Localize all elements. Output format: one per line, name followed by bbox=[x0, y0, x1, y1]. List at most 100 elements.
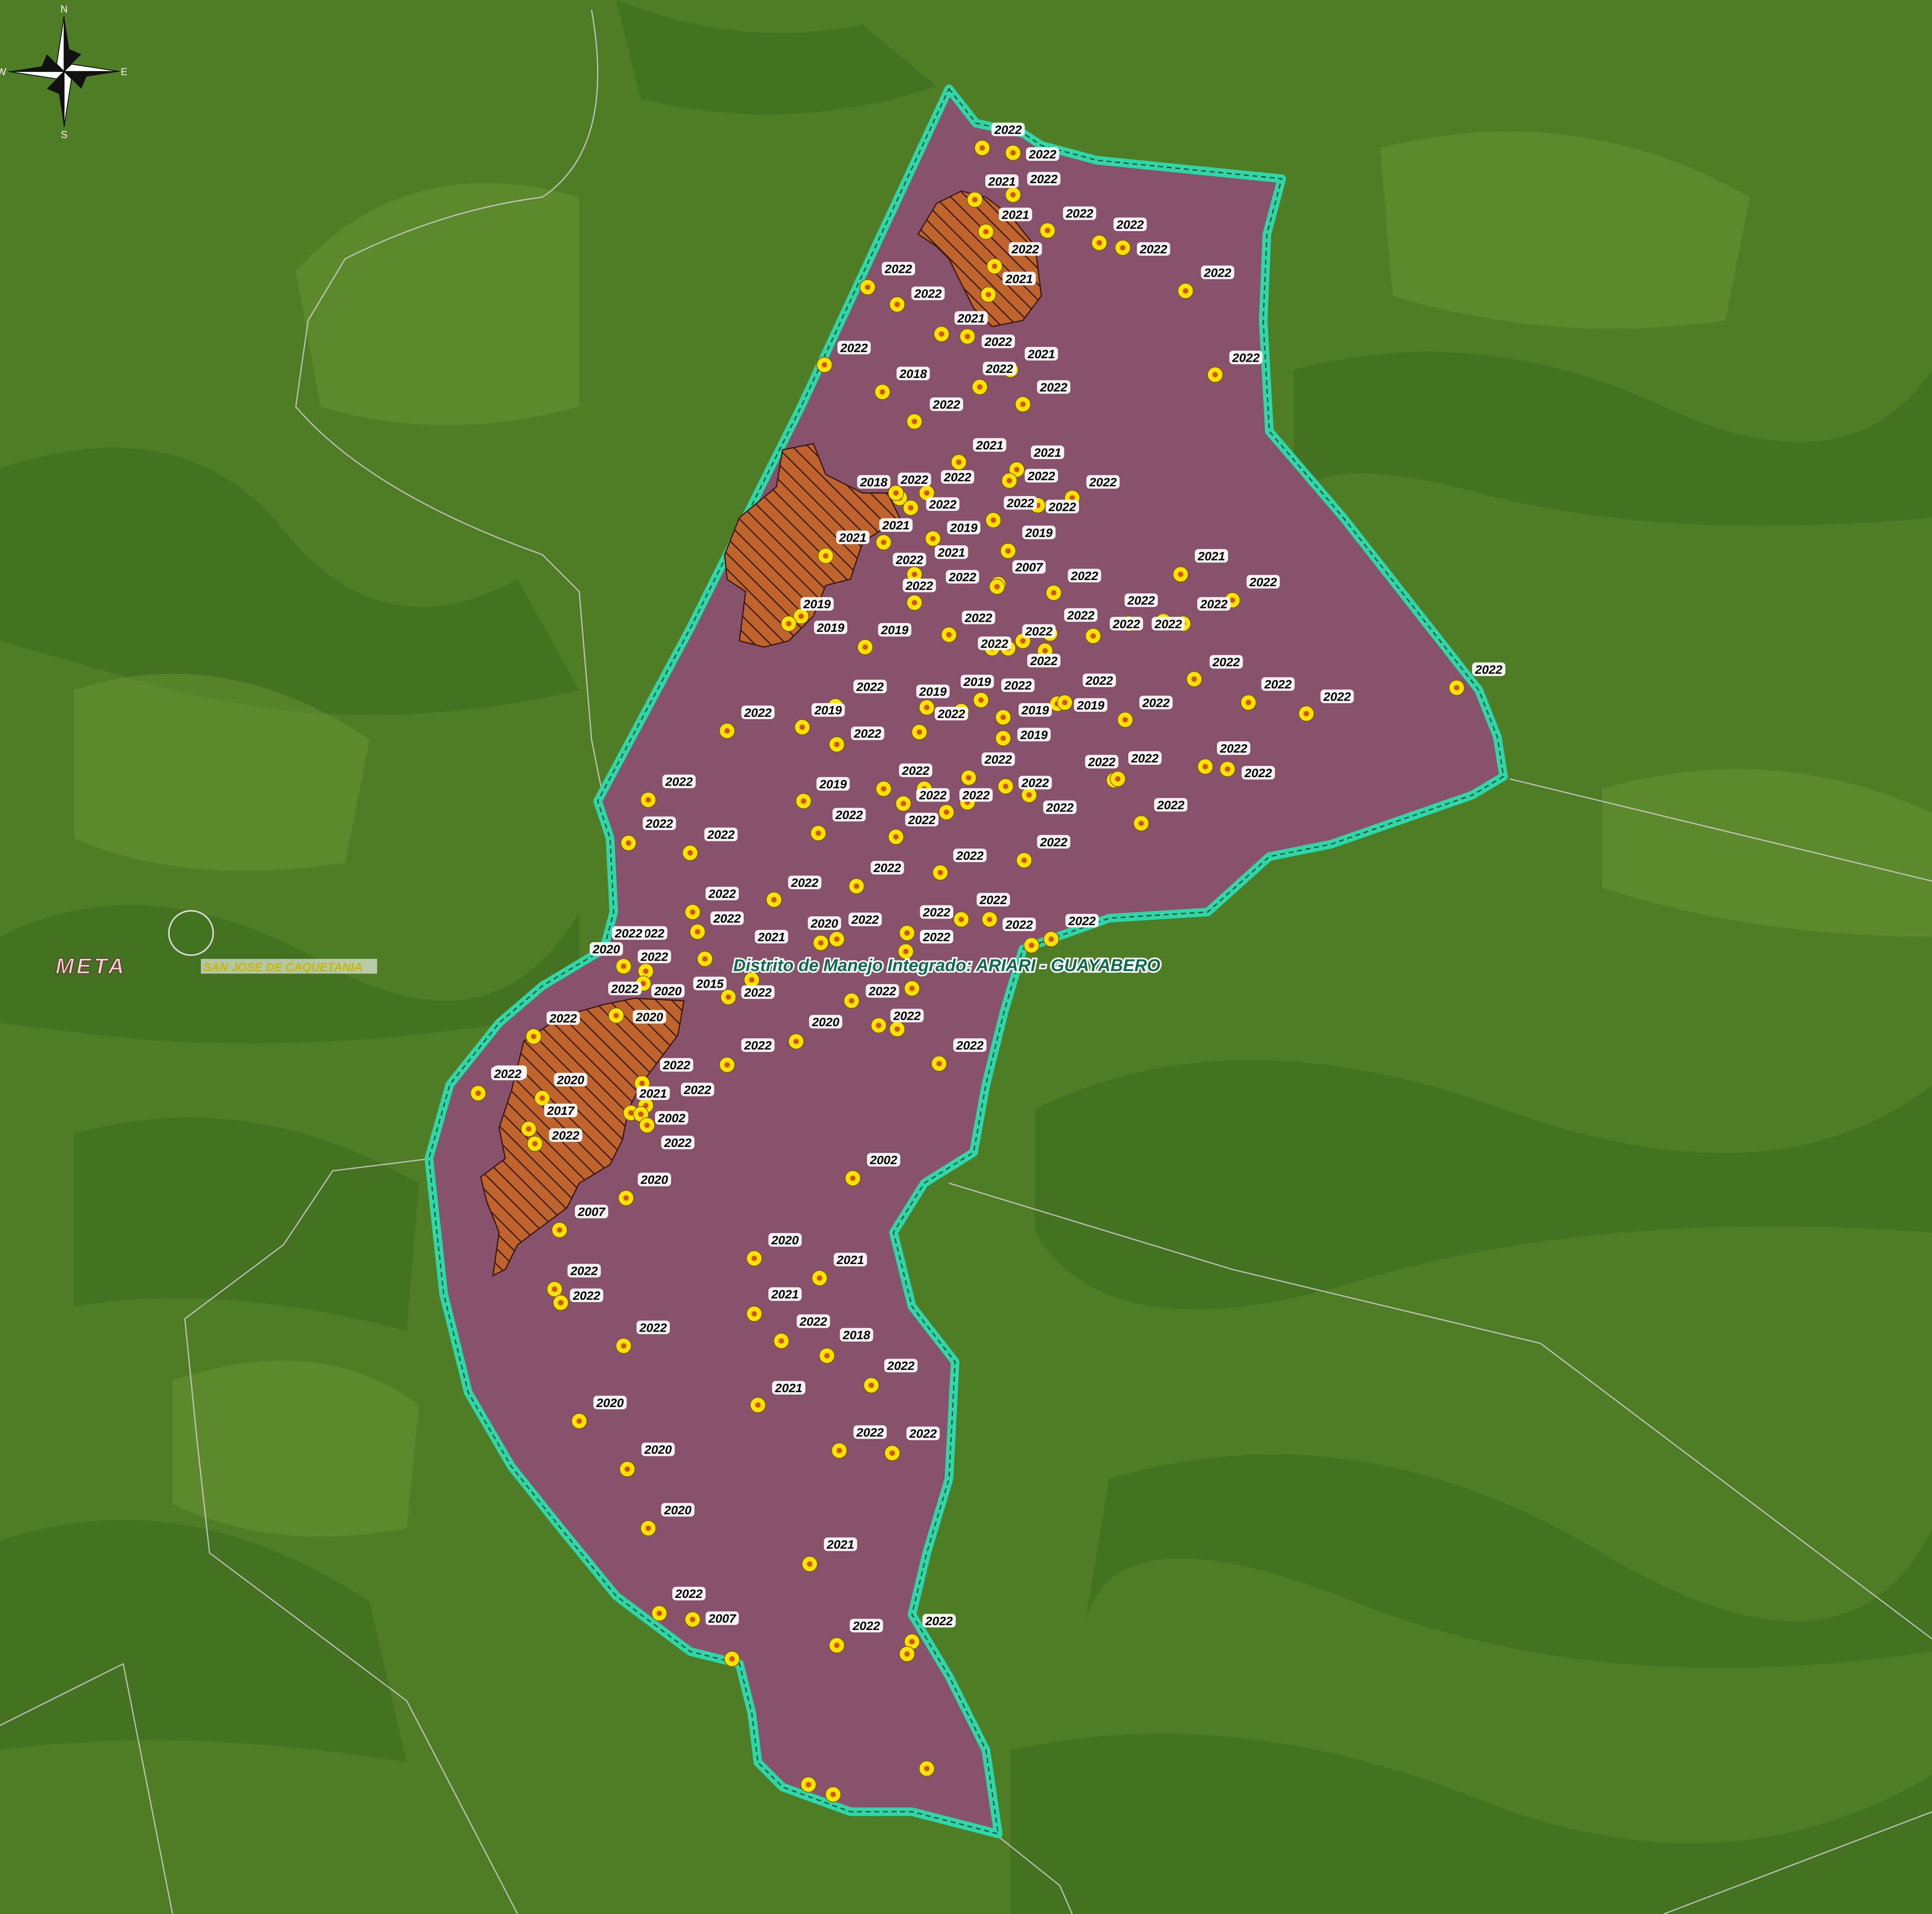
svg-text:2019: 2019 bbox=[819, 777, 847, 791]
svg-text:2021: 2021 bbox=[771, 1287, 799, 1301]
hotspot-year-label: 2022 bbox=[672, 1587, 706, 1601]
hotspot-year-label: 2022 bbox=[549, 1128, 582, 1142]
hotspot-point-icon bbox=[973, 692, 989, 708]
hotspot-point-icon bbox=[781, 616, 797, 632]
hotspot-year-label: 2007 bbox=[705, 1611, 739, 1625]
svg-text:2020: 2020 bbox=[771, 1233, 799, 1247]
svg-text:2020: 2020 bbox=[556, 1073, 584, 1087]
svg-text:2022: 2022 bbox=[922, 930, 950, 944]
hotspot-point-icon bbox=[844, 992, 860, 1009]
hotspot-year-label: 2007 bbox=[1012, 560, 1046, 574]
svg-text:2022: 2022 bbox=[905, 578, 933, 592]
svg-text:2022: 2022 bbox=[893, 1009, 921, 1023]
hotspot-year-label: 2007 bbox=[575, 1205, 608, 1219]
hotspot-year-label: 2022 bbox=[1068, 568, 1101, 583]
map-canvas[interactable]: 2022 2022 2022 2021 2022 2021 2022 2022 2022 2022… bbox=[0, 0, 1932, 1914]
hotspot-point-icon bbox=[895, 795, 912, 812]
svg-text:2018: 2018 bbox=[860, 475, 888, 489]
hotspot-year-label: 2019 bbox=[1019, 703, 1052, 717]
hotspot-point-icon bbox=[1117, 711, 1133, 728]
hotspot-point-icon bbox=[1043, 931, 1060, 947]
hotspot-point-icon bbox=[684, 904, 701, 920]
hotspot-year-label: 2022 bbox=[1064, 608, 1098, 622]
svg-text:2022: 2022 bbox=[1232, 350, 1260, 364]
hotspot-point-icon bbox=[818, 548, 834, 564]
svg-text:2022: 2022 bbox=[964, 611, 992, 624]
hotspot-year-label: 2022 bbox=[1027, 653, 1061, 668]
svg-text:2020: 2020 bbox=[644, 1443, 672, 1456]
hotspot-year-label: 2022 bbox=[1128, 751, 1162, 765]
hotspot-year-label: 2022 bbox=[1209, 655, 1243, 669]
hotspot-year-label: 2020 bbox=[554, 1073, 587, 1087]
svg-text:2022: 2022 bbox=[1065, 206, 1093, 220]
hotspot-point-icon bbox=[788, 1033, 804, 1050]
svg-text:2022: 2022 bbox=[744, 1038, 772, 1052]
svg-text:2021: 2021 bbox=[882, 518, 910, 532]
hotspot-year-label: 2022 bbox=[662, 774, 696, 789]
svg-text:2017: 2017 bbox=[547, 1104, 575, 1118]
hotspot-point-icon bbox=[800, 1776, 816, 1793]
svg-text:2018: 2018 bbox=[842, 1328, 870, 1342]
hotspot-year-label: 2022 bbox=[882, 262, 915, 276]
svg-text:2022: 2022 bbox=[1039, 835, 1067, 849]
hotspot-year-label: 2019 bbox=[811, 703, 845, 717]
svg-text:2022: 2022 bbox=[1204, 265, 1231, 279]
hotspot-year-label: 2018 bbox=[896, 366, 930, 381]
svg-text:2022: 2022 bbox=[868, 984, 896, 998]
hotspot-year-label: 2022 bbox=[991, 122, 1025, 136]
hotspot-year-label: 2022 bbox=[890, 1009, 924, 1023]
hotspot-point-icon bbox=[640, 1520, 656, 1536]
hotspot-point-icon bbox=[906, 594, 923, 611]
hotspot-year-label: 2022 bbox=[941, 470, 975, 484]
hotspot-year-label: 2022 bbox=[741, 705, 775, 720]
hotspot-point-icon bbox=[720, 989, 736, 1005]
hotspot-point-icon bbox=[795, 793, 812, 809]
hotspot-year-label: 2022 bbox=[920, 905, 954, 919]
hotspot-point-icon bbox=[619, 1461, 636, 1477]
svg-text:2022: 2022 bbox=[1011, 242, 1039, 256]
hotspot-point-icon bbox=[848, 878, 865, 894]
hotspot-point-icon bbox=[1133, 815, 1150, 832]
hotspot-year-label: 2022 bbox=[1151, 617, 1185, 631]
svg-text:2022: 2022 bbox=[675, 1587, 702, 1601]
hotspot-year-label: 2022 bbox=[851, 726, 884, 740]
svg-text:2022: 2022 bbox=[1048, 500, 1076, 514]
hotspot-point-icon bbox=[811, 1270, 828, 1286]
hotspot-point-icon bbox=[1172, 566, 1189, 582]
hotspot-point-icon bbox=[899, 1646, 915, 1662]
hotspot-point-icon bbox=[546, 1281, 563, 1297]
hotspot-year-label: 2022 bbox=[837, 340, 871, 355]
hotspot-year-label: 2019 bbox=[1074, 698, 1107, 712]
hotspot-point-icon bbox=[520, 1121, 537, 1137]
svg-text:2022: 2022 bbox=[1025, 624, 1053, 638]
svg-text:2022: 2022 bbox=[1039, 380, 1067, 394]
hotspot-year-label: 2022 bbox=[643, 816, 676, 830]
svg-text:2021: 2021 bbox=[957, 311, 985, 325]
hotspot-point-icon bbox=[918, 1760, 935, 1777]
hotspot-year-label: 2019 bbox=[814, 620, 847, 635]
hotspot-point-icon bbox=[974, 140, 990, 156]
hotspot-year-label: 2022 bbox=[1046, 500, 1079, 514]
hotspot-point-icon bbox=[1023, 937, 1040, 953]
svg-text:2022: 2022 bbox=[1046, 800, 1073, 814]
svg-text:2022: 2022 bbox=[663, 1058, 690, 1072]
svg-text:2020: 2020 bbox=[592, 942, 620, 956]
hotspot-point-icon bbox=[825, 1786, 841, 1803]
hotspot-point-icon bbox=[986, 258, 1003, 274]
hotspot-year-label: 2022 bbox=[661, 1135, 695, 1150]
svg-text:2019: 2019 bbox=[1077, 698, 1104, 712]
svg-text:2022: 2022 bbox=[1027, 469, 1055, 483]
svg-text:2022: 2022 bbox=[1089, 475, 1117, 489]
hotspot-year-label: 2022 bbox=[953, 1038, 987, 1052]
svg-text:2022: 2022 bbox=[1142, 696, 1170, 709]
hotspot-point-icon bbox=[1197, 759, 1213, 775]
hotspot-point-icon bbox=[773, 1333, 789, 1349]
hotspot-year-label: 2022 bbox=[608, 982, 642, 995]
hotspot-point-icon bbox=[801, 1556, 818, 1572]
hotspot-year-label: 2019 bbox=[916, 684, 950, 699]
svg-text:2022: 2022 bbox=[573, 1288, 600, 1302]
svg-text:2022: 2022 bbox=[1021, 776, 1049, 790]
town-label: SAN JOSÉ DE CAQUETANIA bbox=[203, 961, 362, 974]
hotspot-year-label: 2022 bbox=[1027, 172, 1061, 186]
hotspot-point-icon bbox=[682, 845, 698, 861]
